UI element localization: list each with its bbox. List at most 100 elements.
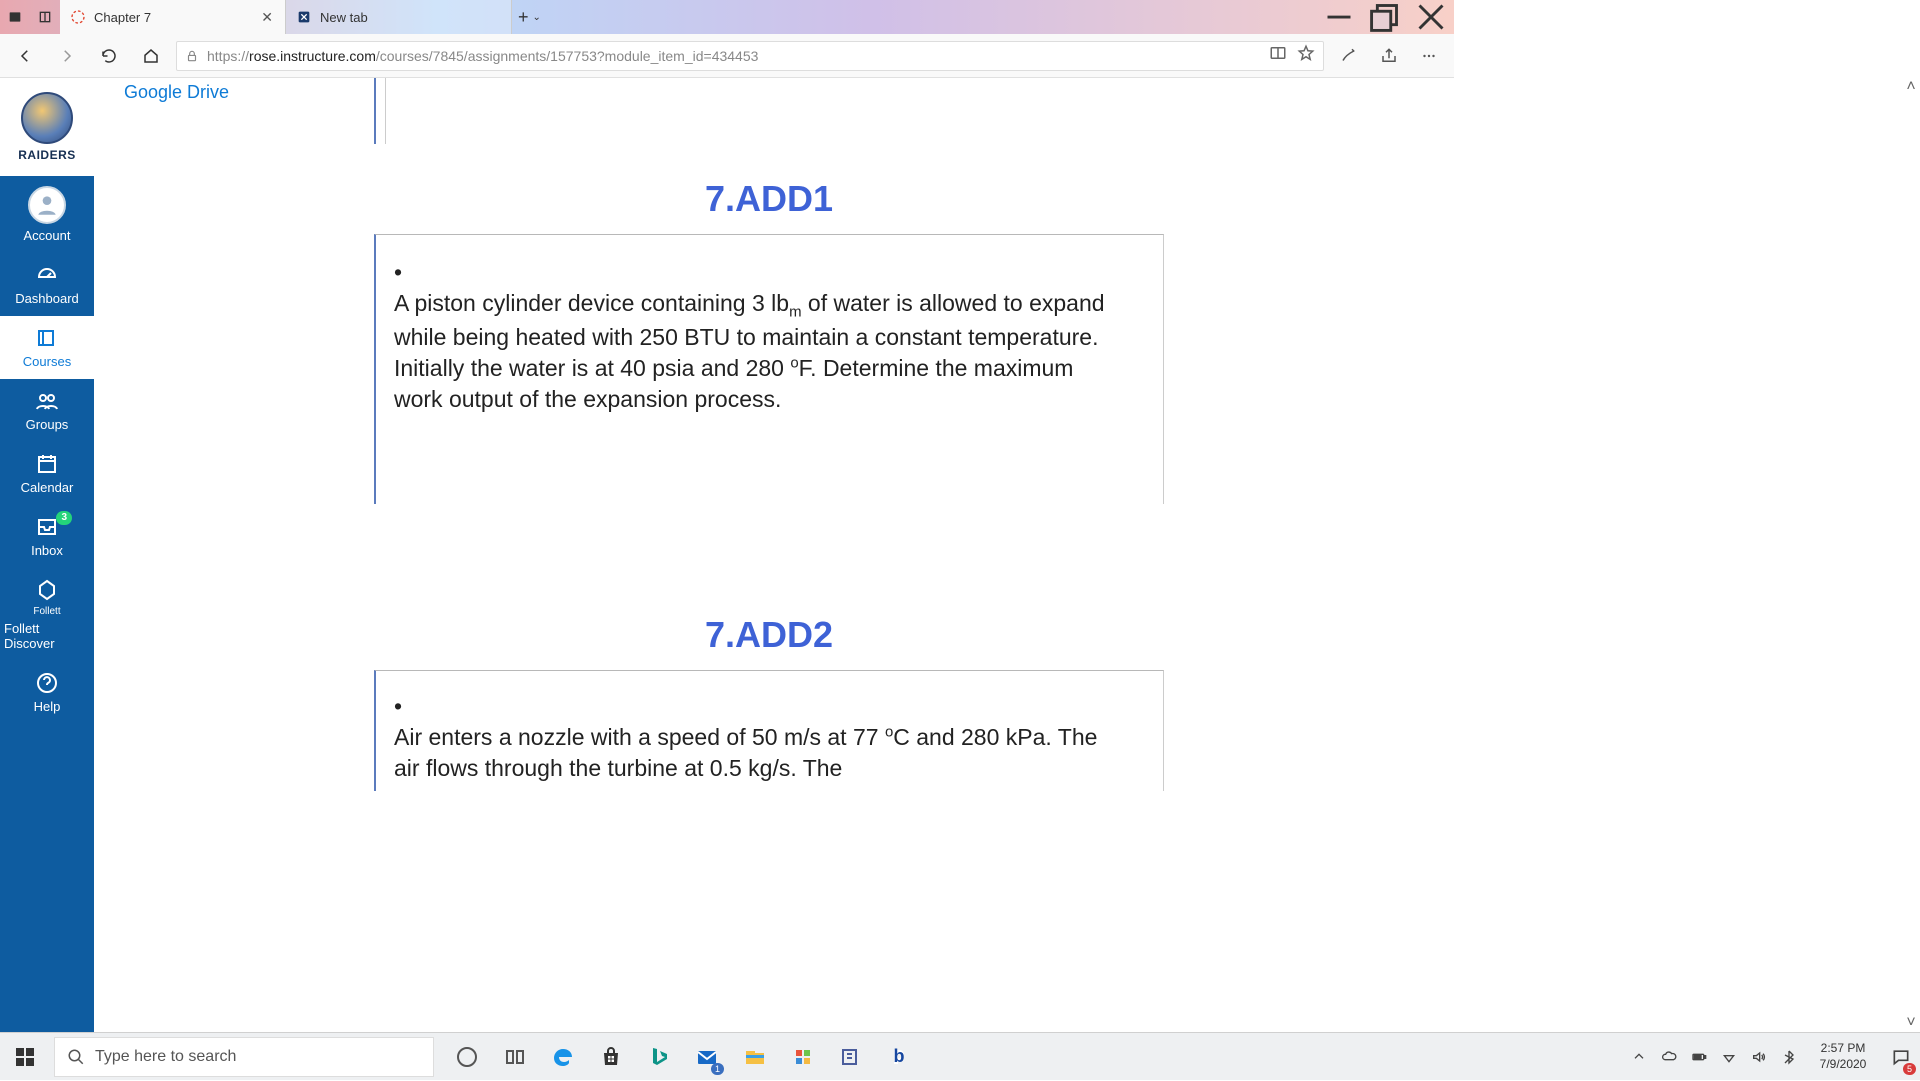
windows-taskbar: Type here to search 1 b 2:57 PM 7/9/2020…	[0, 1032, 1920, 1080]
reading-view-icon[interactable]	[1269, 44, 1287, 67]
canvas-sidebar: RAIDERS Account Dashboard Courses Groups…	[0, 78, 94, 1032]
sidebar-item-label: Help	[34, 699, 61, 714]
scroll-up-button[interactable]: ˄	[1904, 80, 1918, 94]
app-icon-2[interactable]	[828, 1033, 874, 1081]
sidebar-item-label: Follett Discover	[4, 621, 90, 651]
help-icon	[33, 671, 61, 695]
start-button[interactable]	[0, 1033, 50, 1081]
follett-sublabel: Follett	[33, 606, 60, 617]
explorer-icon[interactable]	[732, 1033, 778, 1081]
windows-logo-icon	[16, 1048, 34, 1066]
restore-button[interactable]	[1362, 0, 1408, 34]
sidebar-item-label: Courses	[23, 354, 71, 369]
clock-time: 2:57 PM	[1804, 1041, 1882, 1057]
plus-icon: +	[518, 7, 529, 28]
scroll-down-button[interactable]: ˅	[1904, 1016, 1918, 1030]
google-drive-link[interactable]: Google Drive	[124, 82, 229, 103]
cortana-icon[interactable]	[444, 1033, 490, 1081]
app-icon-1[interactable]	[780, 1033, 826, 1081]
store-icon[interactable]	[588, 1033, 634, 1081]
sidebar-item-follett[interactable]: Follett Follett Discover	[0, 568, 94, 661]
problem-card-1: 7.ADD1 • A piston cylinder device contai…	[374, 178, 1164, 504]
new-tab-button[interactable]: + ⌄	[512, 7, 547, 28]
problem-text: • Air enters a nozzle with a speed of 50…	[386, 691, 1135, 783]
document-column: 7.ADD1 • A piston cylinder device contai…	[374, 78, 1164, 791]
bluetooth-icon[interactable]	[1774, 1033, 1804, 1081]
more-icon[interactable]	[1412, 39, 1446, 73]
sidebar-item-calendar[interactable]: Calendar	[0, 442, 94, 505]
search-placeholder: Type here to search	[95, 1048, 236, 1066]
notes-icon[interactable]	[1332, 39, 1366, 73]
refresh-button[interactable]	[92, 39, 126, 73]
bullet-icon: •	[394, 691, 412, 722]
sidebar-item-label: Dashboard	[15, 291, 79, 306]
content-area: Google Drive 7.ADD1 • A piston cylinder …	[94, 78, 1920, 1032]
sidebar-item-dashboard[interactable]: Dashboard	[0, 253, 94, 316]
task-view-icon[interactable]	[492, 1033, 538, 1081]
taskbar-clock[interactable]: 2:57 PM 7/9/2020	[1804, 1041, 1882, 1072]
url-text: https://rose.instructure.com/courses/784…	[207, 48, 1261, 64]
toolbar-right	[1332, 39, 1446, 73]
share-icon[interactable]	[1372, 39, 1406, 73]
problem-body: A piston cylinder device containing 3 lb…	[394, 288, 1111, 415]
calendar-icon	[33, 452, 61, 476]
sidebar-item-courses[interactable]: Courses	[0, 316, 94, 379]
window-titlebar: Chapter 7 ✕ New tab + ⌄	[0, 0, 1454, 34]
tab-title: Chapter 7	[94, 10, 251, 25]
back-button[interactable]	[8, 39, 42, 73]
raiders-logo	[21, 92, 73, 144]
sidebar-item-label: Account	[24, 228, 71, 243]
sidebar-item-groups[interactable]: Groups	[0, 379, 94, 442]
chevron-down-icon: ⌄	[533, 12, 541, 23]
notif-badge: 5	[1903, 1063, 1916, 1075]
onedrive-icon[interactable]	[1654, 1033, 1684, 1081]
brand-logo-area[interactable]: RAIDERS	[0, 78, 94, 176]
sidebar-item-help[interactable]: Help	[0, 661, 94, 714]
minimize-button[interactable]	[1316, 0, 1362, 34]
sidebar-item-label: Groups	[26, 417, 69, 432]
favorite-icon[interactable]	[1297, 44, 1315, 67]
url-actions	[1269, 44, 1315, 67]
sidebar-item-label: Inbox	[31, 543, 63, 558]
clock-date: 7/9/2020	[1804, 1057, 1882, 1073]
app-icon	[6, 8, 24, 26]
action-center-icon[interactable]: 5	[1882, 1033, 1920, 1081]
inbox-badge: 3	[56, 511, 72, 525]
mail-icon[interactable]: 1	[684, 1033, 730, 1081]
browser-tabs: Chapter 7 ✕ New tab	[60, 0, 512, 34]
sidebar-item-inbox[interactable]: 3 Inbox	[0, 505, 94, 568]
problem-card-2: 7.ADD2 • Air enters a nozzle with a spee…	[374, 614, 1164, 791]
network-icon[interactable]	[1714, 1033, 1744, 1081]
tab-title: New tab	[320, 10, 501, 25]
set-aside-icon[interactable]	[36, 8, 54, 26]
bing-icon[interactable]	[636, 1033, 682, 1081]
avatar-icon	[28, 186, 66, 224]
problem-box: • A piston cylinder device containing 3 …	[374, 234, 1164, 504]
forward-button[interactable]	[50, 39, 84, 73]
follett-icon	[33, 578, 61, 602]
sidebar-item-account[interactable]: Account	[0, 176, 94, 253]
volume-icon[interactable]	[1744, 1033, 1774, 1081]
tab-chapter-7[interactable]: Chapter 7 ✕	[60, 0, 286, 34]
brand-text: RAIDERS	[18, 148, 76, 162]
address-bar[interactable]: https://rose.instructure.com/courses/784…	[176, 41, 1324, 71]
problem-box: • Air enters a nozzle with a speed of 50…	[374, 670, 1164, 791]
home-button[interactable]	[134, 39, 168, 73]
taskbar-search[interactable]: Type here to search	[54, 1037, 434, 1077]
app-icon-3[interactable]: b	[876, 1033, 922, 1081]
problem-title: 7.ADD1	[374, 178, 1164, 220]
lock-icon	[185, 49, 199, 63]
close-icon[interactable]: ✕	[259, 9, 275, 26]
search-icon	[67, 1048, 85, 1066]
problem-title: 7.ADD2	[374, 614, 1164, 656]
battery-icon[interactable]	[1684, 1033, 1714, 1081]
close-button[interactable]	[1408, 0, 1454, 34]
tab-new-tab[interactable]: New tab	[286, 0, 512, 34]
groups-icon	[33, 389, 61, 413]
problem-body: Air enters a nozzle with a speed of 50 m…	[394, 722, 1111, 784]
window-controls	[1316, 0, 1454, 34]
tray-chevron-icon[interactable]	[1624, 1033, 1654, 1081]
browser-toolbar: https://rose.instructure.com/courses/784…	[0, 34, 1454, 78]
edge-icon[interactable]	[540, 1033, 586, 1081]
courses-icon	[33, 326, 61, 350]
